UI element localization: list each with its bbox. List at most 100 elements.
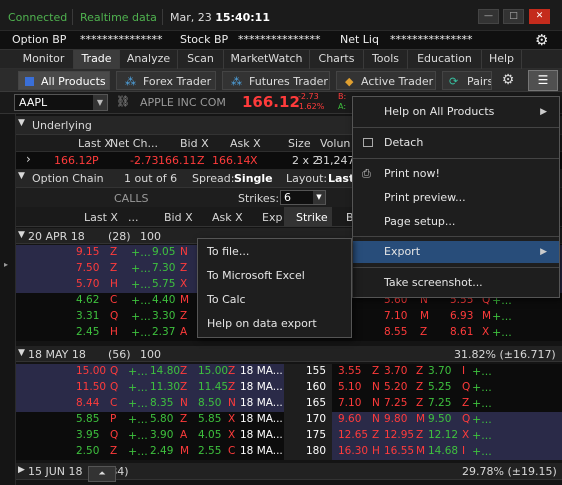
close-button[interactable]: ✕ <box>529 9 550 24</box>
settings-gear-icon[interactable]: ⚙ <box>496 71 520 90</box>
menu-button[interactable]: ☰ <box>528 70 558 91</box>
collapse-icon[interactable]: ▼ <box>18 171 25 181</box>
tab-education[interactable]: Education <box>408 50 482 69</box>
col-last-x[interactable]: Last X <box>78 137 112 150</box>
subtab-pairs[interactable]: ⟳ Pairs <box>442 71 492 90</box>
col-last-x[interactable]: Last X <box>84 211 118 224</box>
scroll-to-top-button[interactable]: ⏶ <box>88 466 116 482</box>
tab-monitor[interactable]: Monitor <box>14 50 74 69</box>
plus-indicator[interactable]: +... <box>128 397 148 410</box>
col-net-change[interactable]: Net Ch... <box>110 137 158 150</box>
plus-indicator[interactable]: +... <box>128 445 148 458</box>
plus-indicator[interactable]: +... <box>128 413 148 426</box>
export-to-calc[interactable]: To Calc <box>198 289 351 311</box>
plus-indicator[interactable]: +... <box>472 381 492 394</box>
plus-indicator[interactable]: +... <box>472 413 492 426</box>
chevron-down-icon[interactable]: ▼ <box>313 191 325 204</box>
call-last: 7.50 <box>76 262 100 274</box>
forex-icon: ⁂ <box>125 75 136 88</box>
expand-icon[interactable]: › <box>26 152 31 166</box>
col-mid[interactable]: ... <box>128 211 139 224</box>
col-volume[interactable]: Volun <box>320 137 350 150</box>
export-to-excel[interactable]: To Microsoft Excel <box>198 265 351 287</box>
col-ask-x[interactable]: Ask X <box>212 211 243 224</box>
menu-print-preview[interactable]: Print preview... <box>353 187 559 209</box>
tab-charts[interactable]: Charts <box>310 50 364 69</box>
col-size[interactable]: Size <box>288 137 311 150</box>
series-header-may[interactable]: ▼ 18 MAY 18 (56) 100 31.82% (±16.717) <box>16 346 562 362</box>
collapse-icon[interactable]: ▼ <box>18 118 25 128</box>
collapse-icon[interactable]: ▼ <box>18 348 25 358</box>
maximize-button[interactable]: □ <box>503 9 524 24</box>
expand-icon[interactable]: ▶ <box>18 465 25 475</box>
menu-take-screenshot[interactable]: Take screenshot... <box>353 272 559 294</box>
layout-select[interactable]: Last <box>328 172 354 185</box>
subtab-futures-trader[interactable]: ⁂ Futures Trader <box>222 71 330 90</box>
menu-help-all-products[interactable]: Help on All Products ▶ <box>353 101 559 123</box>
strikes-select[interactable]: 6 ▼ <box>280 190 326 205</box>
spread-select[interactable]: Single <box>234 172 273 185</box>
menu-export[interactable]: Export ▶ <box>353 241 559 263</box>
plus-indicator[interactable]: +... <box>131 310 151 323</box>
subtab-label: Pairs <box>467 75 492 88</box>
plus-indicator[interactable]: +... <box>131 278 151 291</box>
subtab-active-trader[interactable]: ◆ Active Trader <box>336 71 436 90</box>
expand-rail-icon[interactable]: ▸ <box>4 260 8 269</box>
plus-indicator[interactable]: +... <box>131 294 151 307</box>
put-bid-exch: Z <box>420 326 428 338</box>
plus-indicator[interactable]: +... <box>492 326 512 339</box>
plus-indicator[interactable]: +... <box>472 365 492 378</box>
call-bid: 7.30 <box>152 262 176 274</box>
chevron-down-icon[interactable]: ▼ <box>93 95 107 110</box>
menu-detach[interactable]: Detach <box>353 132 559 154</box>
main-nav: Monitor Trade Analyze Scan MarketWatch C… <box>0 50 562 69</box>
plus-indicator[interactable]: +... <box>128 429 148 442</box>
plus-indicator[interactable]: +... <box>472 397 492 410</box>
put-last-exch: I <box>462 445 466 457</box>
plus-indicator[interactable]: +... <box>128 381 148 394</box>
expiration: 18 MA... <box>240 445 283 457</box>
plus-indicator[interactable]: +... <box>472 429 492 442</box>
subtab-forex-trader[interactable]: ⁂ Forex Trader <box>116 71 216 90</box>
export-to-file[interactable]: To file... <box>198 241 351 263</box>
table-row: 2.50 Z 2.49 M 2.55 C 18 MA... 180 16.30 H 16.55 M 14… <box>16 444 562 460</box>
col-exp[interactable]: Exp <box>262 211 282 224</box>
plus-indicator[interactable]: +... <box>131 262 151 275</box>
menu-divider <box>353 267 559 268</box>
plus-indicator[interactable]: +... <box>472 445 492 458</box>
plus-indicator[interactable]: +... <box>128 365 148 378</box>
menu-label: Page setup... <box>384 215 456 228</box>
symbol-input[interactable]: AAPL ▼ <box>14 94 108 111</box>
put-ask-exch: X <box>482 326 490 338</box>
plus-indicator[interactable]: +... <box>492 310 512 323</box>
menu-print-now[interactable]: ⎙ Print now! <box>353 163 559 185</box>
put-bid-exch: Z <box>372 365 380 377</box>
plus-indicator[interactable]: +... <box>131 326 151 339</box>
minimize-button[interactable]: — <box>478 9 499 24</box>
gear-icon[interactable]: ⚙ <box>535 31 548 49</box>
collapse-icon[interactable]: ▼ <box>18 230 25 240</box>
put-bid: 7.10 <box>384 310 408 322</box>
tab-help[interactable]: Help <box>482 50 522 69</box>
tab-analyze[interactable]: Analyze <box>120 50 178 69</box>
menu-label: Print preview... <box>384 191 466 204</box>
col-strike[interactable]: Strike <box>296 211 328 224</box>
call-bid: 5.80 <box>150 413 174 425</box>
col-bid-x[interactable]: Bid X <box>164 211 193 224</box>
plus-indicator[interactable]: +... <box>131 246 151 259</box>
call-last-exch: Q <box>110 310 119 322</box>
tab-marketwatch[interactable]: MarketWatch <box>224 50 310 69</box>
menu-page-setup[interactable]: Page setup... <box>353 211 559 233</box>
tab-scan[interactable]: Scan <box>178 50 224 69</box>
export-help[interactable]: Help on data export <box>198 313 351 335</box>
put-ask: 9.80 <box>384 413 408 425</box>
subtab-all-products[interactable]: All Products <box>18 71 110 90</box>
call-last-exch: Z <box>110 246 118 258</box>
link-icon[interactable]: ⛓ <box>116 95 130 108</box>
tab-trade[interactable]: Trade <box>74 50 120 69</box>
put-bid-exch: H <box>372 445 380 457</box>
tab-tools[interactable]: Tools <box>364 50 408 69</box>
col-bid-x[interactable]: Bid X <box>180 137 209 150</box>
call-ask-exch: X <box>228 429 236 441</box>
col-ask-x[interactable]: Ask X <box>230 137 261 150</box>
